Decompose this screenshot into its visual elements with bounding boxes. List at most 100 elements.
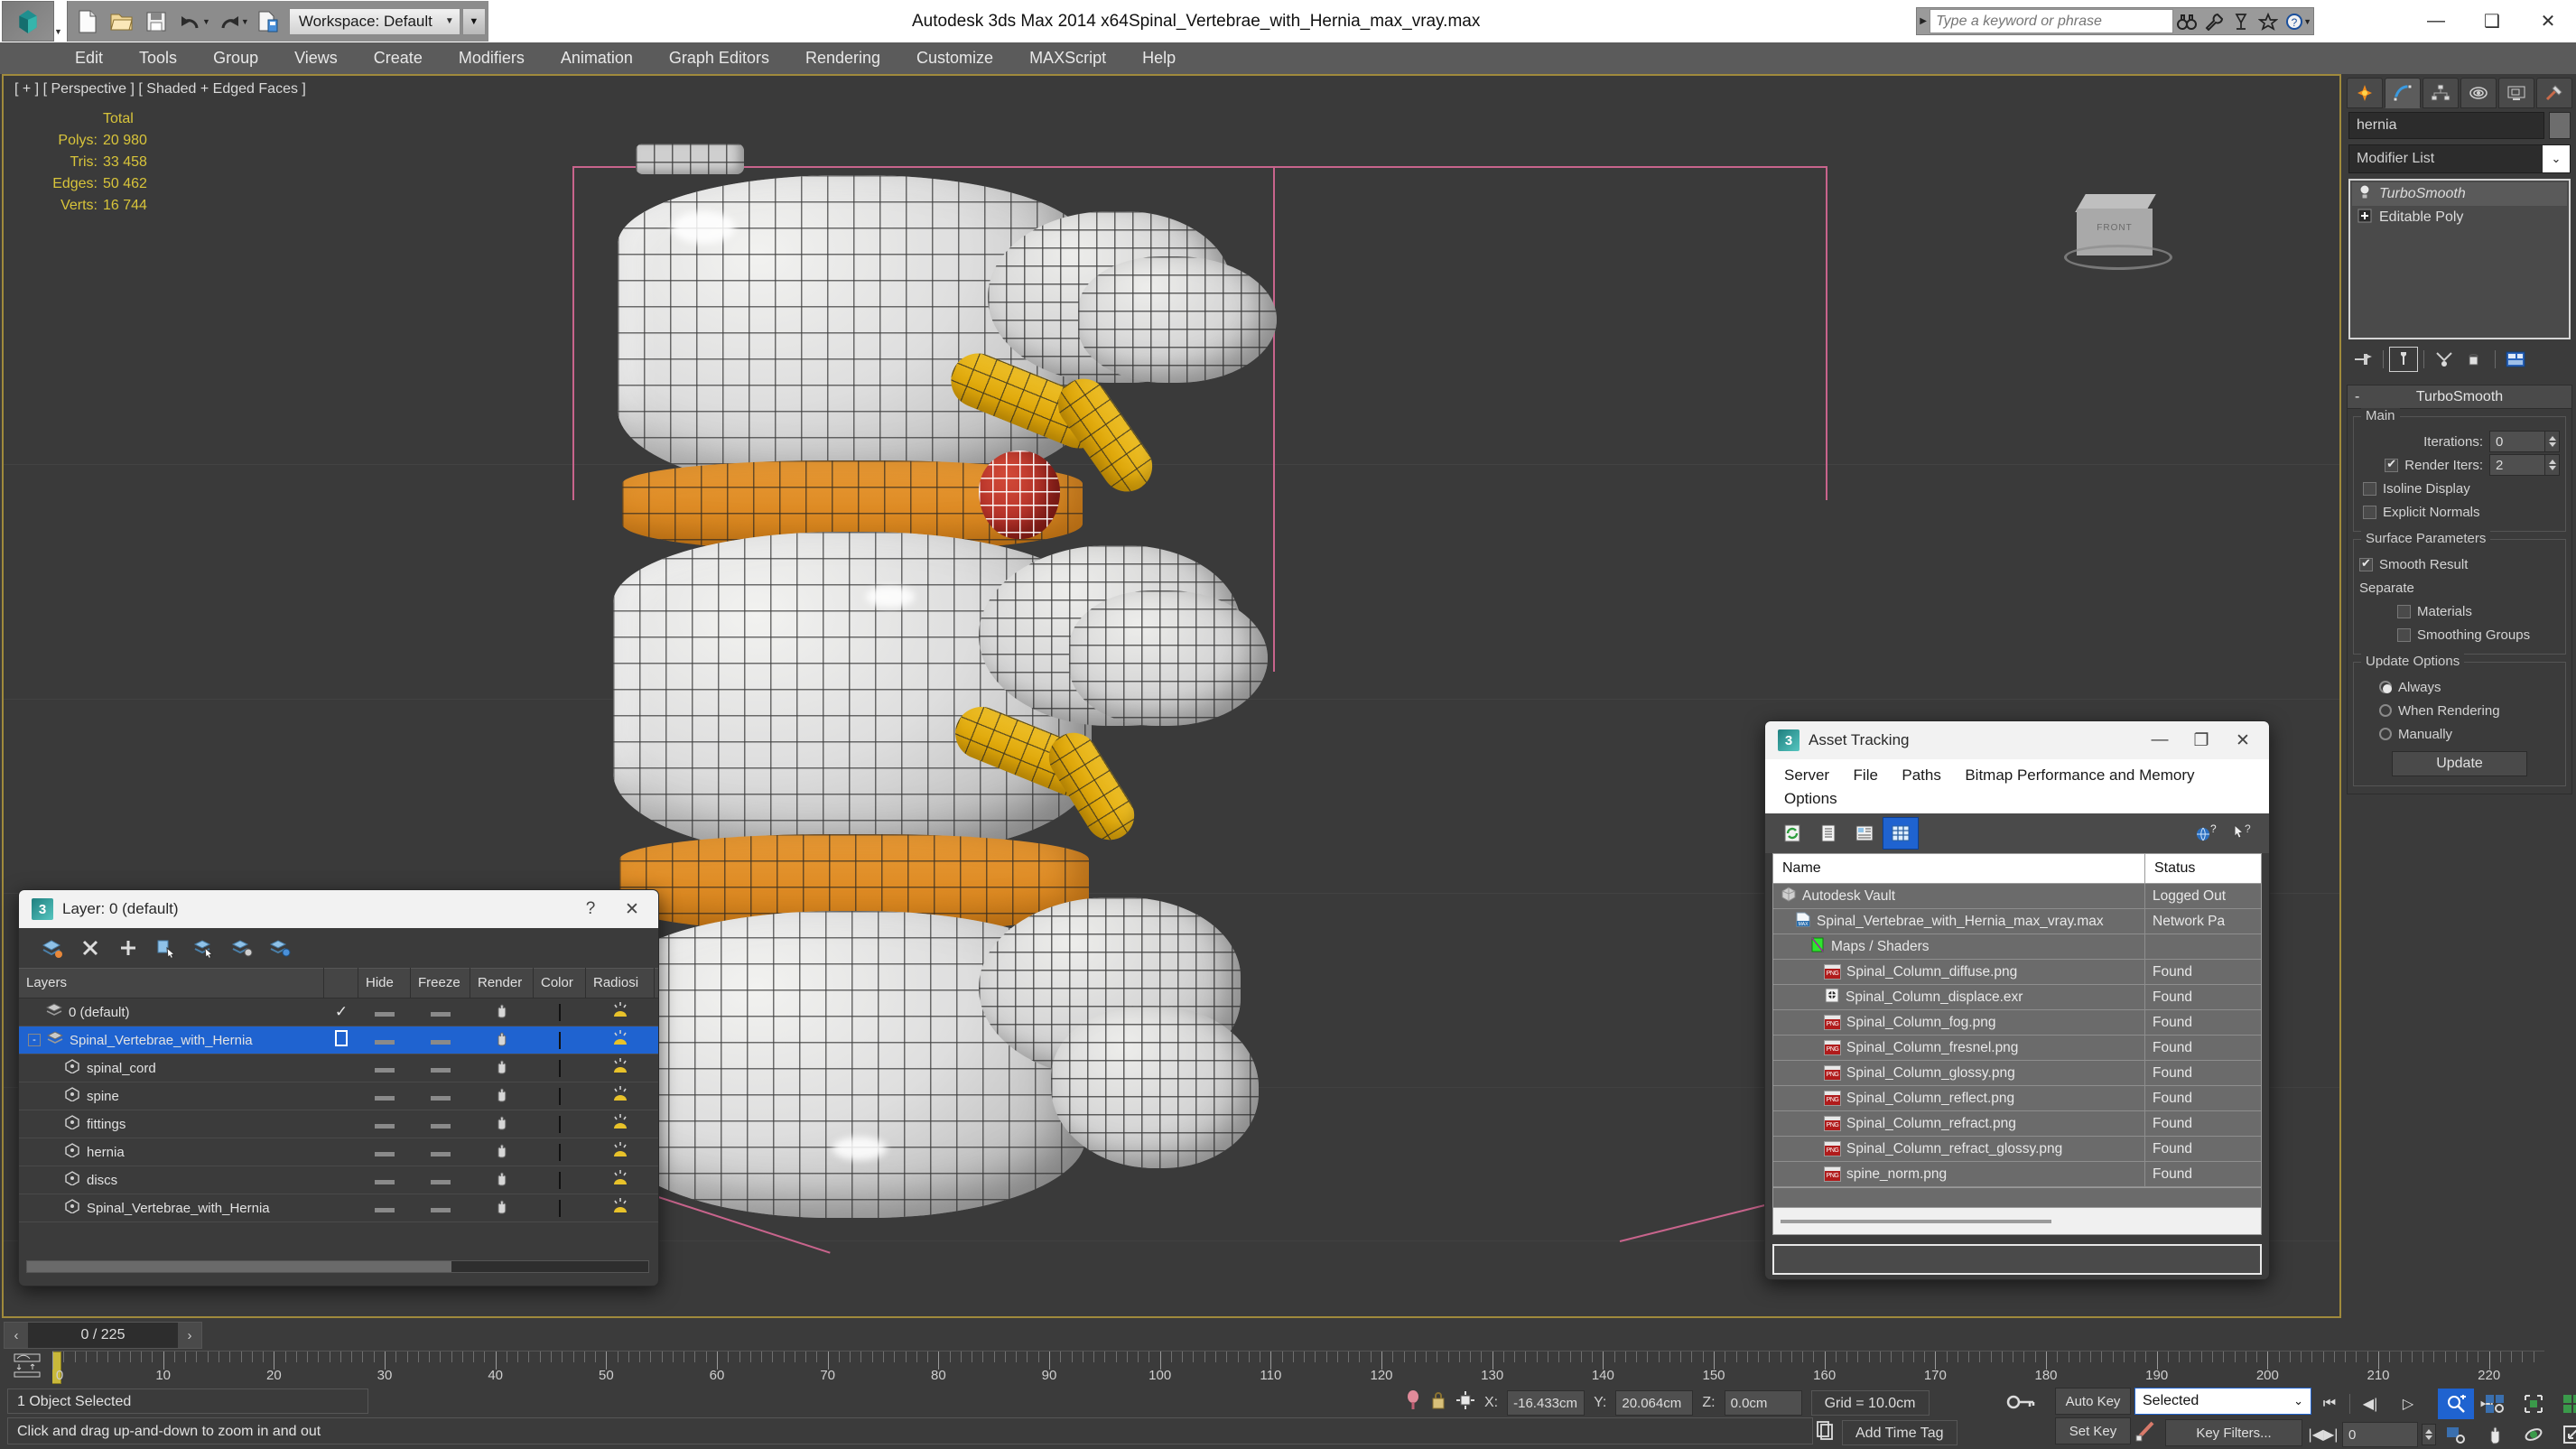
column-radiosity[interactable]: Radiosi [586, 968, 655, 999]
current-frame-field[interactable]: 0 [2342, 1422, 2418, 1447]
asset-row[interactable]: PNG Spinal_Column_fog.png Found [1773, 1009, 2261, 1036]
details-view-icon[interactable] [1846, 817, 1883, 850]
z-coord-field[interactable]: 0.0cm [1724, 1389, 1802, 1416]
layer-freeze-cell[interactable] [411, 1117, 470, 1132]
menu-item-views[interactable]: Views [276, 42, 356, 74]
frame-navigator[interactable]: ‹ 0 / 225 › [4, 1322, 202, 1349]
asset-row[interactable]: Spinal_Column_displace.exr Found [1773, 984, 2261, 1010]
layer-radiosity-cell[interactable] [586, 1056, 655, 1080]
layer-row[interactable]: hernia [19, 1138, 658, 1166]
menu-item-group[interactable]: Group [195, 42, 276, 74]
asset-row[interactable]: PNG spine_norm.png Found [1773, 1161, 2261, 1187]
menu-item-tools[interactable]: Tools [121, 42, 195, 74]
plus-expand-icon[interactable] [2357, 209, 2372, 228]
layer-hide-cell[interactable] [358, 1201, 411, 1216]
layer-radiosity-cell[interactable] [586, 1140, 655, 1164]
communication-center-icon[interactable] [2227, 9, 2255, 34]
layer-dialog-titlebar[interactable]: 3 Layer: 0 (default) ? ✕ [19, 890, 658, 928]
key-mode-toggle-small-icon[interactable]: |◀▶| [2308, 1419, 2339, 1449]
isolate-selection-icon[interactable] [1405, 1389, 1421, 1416]
maximize-button[interactable]: ❑ [2464, 0, 2520, 42]
open-file-icon[interactable] [105, 5, 139, 39]
x-coord-field[interactable]: -16.433cm [1507, 1389, 1586, 1416]
asset-close-button[interactable]: ✕ [2222, 721, 2264, 759]
motion-tab[interactable] [2460, 78, 2497, 108]
viewport-label[interactable]: [ + ] [ Perspective ] [ Shaded + Edged F… [14, 81, 306, 98]
favorites-star-icon[interactable] [2255, 9, 2282, 34]
asset-row[interactable]: PNG Spinal_Column_diffuse.png Found [1773, 959, 2261, 985]
isoline-display-row[interactable]: Isoline Display [2359, 477, 2560, 500]
layer-hide-cell[interactable] [358, 1033, 411, 1048]
layer-hide-cell[interactable] [358, 1173, 411, 1188]
layer-hide-cell[interactable] [358, 1061, 411, 1076]
update-button[interactable]: Update [2392, 751, 2527, 776]
object-name-input[interactable] [2348, 112, 2544, 139]
light-bulb-icon[interactable] [2357, 184, 2372, 205]
current-frame-spinner[interactable] [2422, 1424, 2436, 1445]
next-frame-button[interactable]: › [178, 1323, 201, 1348]
play-animation-icon[interactable]: ▷ [2390, 1389, 2426, 1419]
layer-current-cell[interactable] [324, 1029, 358, 1051]
modifier-stack-item-editable-poly[interactable]: Editable Poly [2352, 206, 2567, 229]
key-filter-selection-combo[interactable]: Selected ⌄ [2134, 1388, 2311, 1415]
menu-item-rendering[interactable]: Rendering [787, 42, 898, 74]
smooth-result-row[interactable]: Smooth Result [2359, 553, 2560, 576]
spine-model[interactable] [613, 144, 1629, 1316]
update-always-row[interactable]: Always [2359, 675, 2560, 699]
spinal-cord-cap[interactable] [636, 144, 744, 174]
iterations-spin-buttons[interactable] [2545, 431, 2560, 452]
update-when-rendering-radio[interactable] [2379, 704, 2392, 717]
asset-row[interactable]: PNG Spinal_Column_refract.png Found [1773, 1110, 2261, 1137]
orbit-icon[interactable] [2516, 1419, 2552, 1449]
layer-render-cell[interactable] [470, 1058, 534, 1078]
asset-menu-file[interactable]: File [1844, 765, 1888, 786]
help-dropdown-arrow[interactable]: ▼ [2303, 17, 2311, 26]
column-color[interactable]: Color [534, 968, 586, 999]
layer-hide-cell[interactable] [358, 1089, 411, 1104]
refresh-icon[interactable] [1774, 817, 1810, 850]
layer-hide-cell[interactable] [358, 1117, 411, 1132]
asset-maximize-button[interactable]: ❐ [2181, 721, 2222, 759]
layer-row[interactable]: spine [19, 1082, 658, 1110]
delete-layer-icon[interactable] [71, 930, 109, 966]
menu-item-modifiers[interactable]: Modifiers [441, 42, 543, 74]
asset-status-field[interactable] [1772, 1244, 2262, 1275]
set-key-animate-icon[interactable] [2134, 1417, 2160, 1447]
menu-item-edit[interactable]: Edit [57, 42, 121, 74]
layer-render-cell[interactable] [470, 1030, 534, 1050]
field-of-view-icon[interactable] [2438, 1419, 2474, 1449]
layer-freeze-cell[interactable] [411, 1173, 470, 1188]
create-tab[interactable] [2347, 78, 2383, 108]
collapse-toggle-icon[interactable]: - [28, 1034, 41, 1046]
subscription-wrench-icon[interactable] [2200, 9, 2227, 34]
timeline-ruler[interactable]: 0 10 20 30 40 50 60 70 80 90 100 110 120 130 140 150 160… [52, 1351, 2544, 1385]
remove-modifier-icon[interactable] [2460, 347, 2489, 372]
selection-lock-icon[interactable] [1430, 1389, 1446, 1416]
select-objects-in-layer-icon[interactable] [147, 930, 185, 966]
minimize-button[interactable]: — [2408, 0, 2464, 42]
rollout-header[interactable]: - TurboSmooth [2348, 385, 2571, 409]
render-iters-spin-buttons[interactable] [2545, 454, 2560, 476]
layer-radiosity-cell[interactable] [586, 1196, 655, 1220]
asset-row[interactable]: MAX Spinal_Vertebrae_with_Hernia_max_vray… [1773, 908, 2261, 934]
menu-item-maxscript[interactable]: MAXScript [1011, 42, 1124, 74]
layer-color-cell[interactable] [534, 1199, 586, 1217]
column-freeze[interactable]: Freeze [411, 968, 470, 999]
layer-render-cell[interactable] [470, 1002, 534, 1022]
render-iters-value[interactable]: 2 [2489, 454, 2545, 476]
auto-key-button[interactable]: Auto Key [2055, 1388, 2131, 1415]
column-name[interactable]: Name [1773, 853, 2145, 884]
layer-render-cell[interactable] [470, 1198, 534, 1218]
column-current[interactable] [324, 968, 358, 999]
layer-freeze-cell[interactable] [411, 1033, 470, 1048]
asset-menu-paths[interactable]: Paths [1892, 765, 1950, 786]
modifier-stack-item-turbosmooth[interactable]: TurboSmooth [2352, 182, 2567, 206]
app-menu-dropdown-arrow[interactable]: ▼ [54, 1, 67, 42]
current-frame-display[interactable]: 0 / 225 [28, 1327, 178, 1343]
time-tag-icon[interactable] [1815, 1419, 1835, 1445]
search-binoculars-icon[interactable] [2173, 9, 2200, 34]
column-status[interactable]: Status [2145, 853, 2261, 884]
update-manually-row[interactable]: Manually [2359, 722, 2560, 746]
asset-row[interactable]: Maps / Shaders [1773, 933, 2261, 960]
menu-item-help[interactable]: Help [1124, 42, 1194, 74]
